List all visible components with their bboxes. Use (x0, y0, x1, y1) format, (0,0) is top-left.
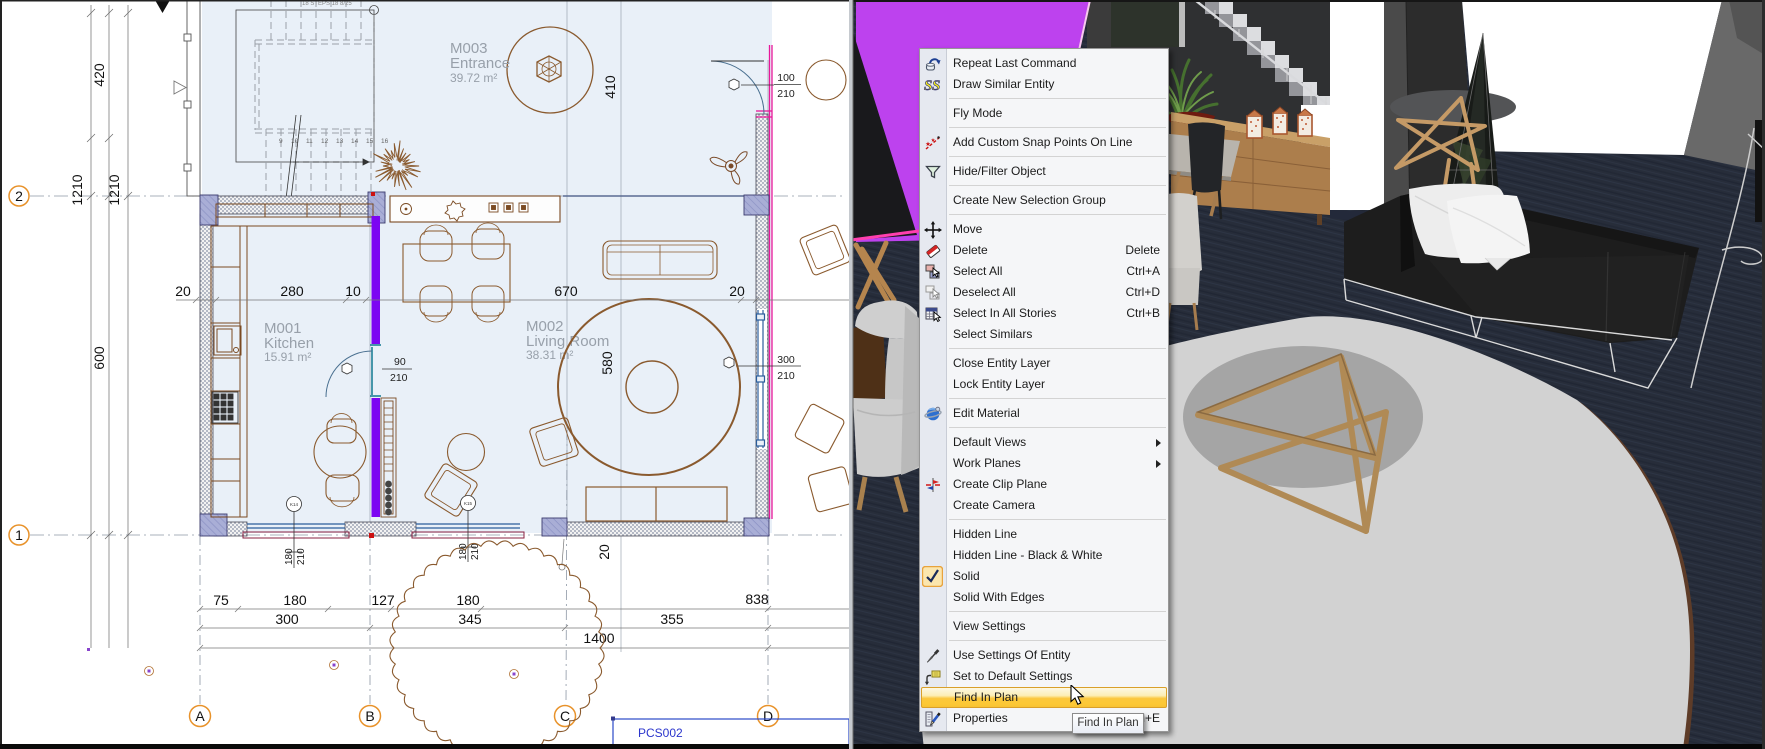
svg-text:16: 16 (381, 138, 389, 145)
svg-text:1210: 1210 (69, 174, 85, 205)
svg-text:838: 838 (745, 591, 769, 607)
svg-text:410: 410 (602, 75, 618, 99)
svg-text:15: 15 (366, 138, 374, 145)
svg-text:300: 300 (275, 611, 299, 627)
svg-text:580: 580 (599, 351, 615, 375)
svg-text:280: 280 (280, 283, 304, 299)
svg-text:1: 1 (15, 527, 23, 543)
svg-text:210: 210 (777, 370, 795, 382)
svg-text:300: 300 (777, 354, 795, 366)
svg-text:1210: 1210 (106, 174, 122, 205)
svg-text:355: 355 (660, 611, 684, 627)
svg-text:600: 600 (91, 346, 107, 370)
svg-text:10: 10 (345, 283, 361, 299)
svg-text:180: 180 (456, 592, 480, 608)
svg-text:75: 75 (213, 592, 229, 608)
svg-text:12: 12 (321, 138, 329, 145)
svg-text:2: 2 (15, 188, 23, 204)
svg-text:15.91 m²: 15.91 m² (264, 350, 311, 364)
svg-text:90: 90 (394, 356, 406, 368)
svg-text:39.72 m²: 39.72 m² (450, 71, 497, 85)
svg-text:180: 180 (458, 543, 469, 560)
svg-text:B: B (365, 708, 374, 724)
svg-text:20: 20 (175, 283, 191, 299)
svg-text:14: 14 (351, 138, 359, 145)
svg-text:127: 127 (371, 592, 395, 608)
svg-text:20: 20 (596, 544, 612, 560)
svg-text:C: C (560, 708, 570, 724)
svg-text:PCS002: PCS002 (638, 726, 683, 740)
svg-text:18 STEPS 18 8/25: 18 STEPS 18 8/25 (302, 1, 352, 7)
svg-text:20: 20 (729, 283, 745, 299)
svg-text:13: 13 (336, 138, 344, 145)
svg-text:K15: K15 (464, 501, 473, 506)
svg-text:210: 210 (777, 88, 795, 100)
svg-text:670: 670 (554, 283, 578, 299)
svg-text:D: D (763, 708, 773, 724)
svg-text:A: A (195, 708, 205, 724)
svg-text:100: 100 (777, 72, 795, 84)
svg-text:Entrance: Entrance (450, 55, 510, 72)
svg-text:180: 180 (284, 548, 295, 565)
svg-text:210: 210 (390, 372, 408, 384)
svg-text:S: S (932, 78, 940, 94)
svg-text:210: 210 (296, 548, 307, 565)
svg-text:K14: K14 (290, 502, 299, 507)
svg-text:9: 9 (279, 138, 283, 145)
svg-text:345: 345 (458, 611, 482, 627)
svg-text:11: 11 (306, 138, 313, 145)
svg-text:420: 420 (91, 63, 107, 87)
svg-text:180: 180 (283, 592, 307, 608)
